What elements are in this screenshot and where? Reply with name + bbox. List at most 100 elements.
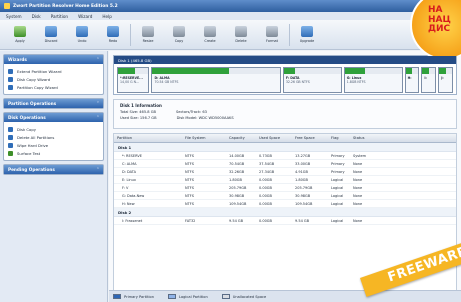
table-cell: 0.00GB	[259, 193, 272, 198]
menu-partition[interactable]: Partition	[51, 14, 68, 19]
column-partition[interactable]: Partition	[114, 136, 182, 140]
unallocated-swatch	[221, 294, 230, 299]
table-cell: D: DATA	[122, 169, 137, 174]
column-status[interactable]: Status	[350, 136, 380, 140]
usage-fill	[283, 68, 296, 74]
table-cell: None	[353, 201, 363, 206]
create-disk-icon	[204, 25, 216, 37]
table-row[interactable]: *: RESERVE NTFS 14.00GB 0.73GB 13.27GB Primar…	[114, 152, 456, 160]
window-title: Zwort Partition Resolver Home Edition 5.…	[13, 3, 118, 9]
sidebar-item-partition-copy-wizard[interactable]: Partition Copy Wizard	[8, 83, 99, 91]
create-button[interactable]: Create	[196, 20, 224, 48]
wizard-icon	[8, 84, 13, 90]
table-row[interactable]: G: Data-New NTFS 30.98GB 0.00GB 30.98GB Logic…	[114, 192, 456, 200]
table-cell: NTFS	[185, 161, 194, 166]
partition-block[interactable]: *:RESERVE... 14,00 G N...	[117, 67, 150, 93]
table-cell: C: ALMA	[122, 161, 137, 166]
column-used-space[interactable]: Used Space	[256, 136, 292, 140]
format-button[interactable]: Format	[258, 20, 286, 48]
collapse-icon[interactable]: ˄	[97, 115, 99, 120]
disk-info-panel: Disk 1 Information Total Size: 465.8 GB …	[113, 99, 457, 129]
table-cell: H: New	[122, 201, 135, 206]
legend-logical: Logical Partition	[168, 294, 208, 299]
partition-block[interactable]: I:	[421, 67, 437, 93]
resize-button[interactable]: Resize	[134, 20, 162, 48]
undo-button[interactable]: Undo	[68, 20, 96, 48]
column-flag[interactable]: Flag	[328, 136, 350, 140]
partition-name: I:	[424, 76, 427, 80]
collapse-icon[interactable]: ˄	[97, 167, 99, 172]
table-cell: 27.34GB	[259, 169, 275, 174]
disk-group-row[interactable]: Disk 2	[114, 208, 456, 217]
sidebar-item-delete-all-partitions[interactable]: Delete All Partitions	[8, 133, 99, 141]
copy-button[interactable]: Copy	[165, 20, 193, 48]
table-cell: None	[353, 185, 363, 190]
table-cell: G: Data-New	[122, 193, 145, 198]
upgrade-button[interactable]: Upgrade	[293, 20, 321, 48]
table-body: Disk 1 *: RESERVE NTFS 14.00GB 0.73GB 13.27GB…	[114, 143, 456, 225]
sidebar-item-surface-test[interactable]: Surface Test	[8, 149, 99, 157]
total-size: Total Size: 465.8 GB	[120, 110, 156, 114]
discard-button[interactable]: Discard	[37, 20, 65, 48]
table-header: Partition File System Capacity Used Spac…	[114, 134, 456, 143]
table-cell: 30.98GB	[229, 193, 245, 198]
column-capacity[interactable]: Capacity	[226, 136, 256, 140]
sidebar: Wizards ˄ Extend Partition Wizard Disk Co…	[0, 51, 108, 302]
table-row[interactable]: C: ALMA NTFS 70.54GB 37.54GB 33.00GB Primary N…	[114, 160, 456, 168]
menu-system[interactable]: System	[6, 14, 22, 19]
column-free-space[interactable]: Free Space	[292, 136, 328, 140]
partition-block[interactable]: H:	[404, 67, 420, 93]
table-row[interactable]: F: V NTFS 205.79GB 0.00GB 205.79GB Logical Non…	[114, 184, 456, 192]
surface-test-icon	[8, 150, 13, 156]
partition-name: J:	[441, 76, 444, 80]
menu-help[interactable]: Help	[102, 14, 112, 19]
table-row[interactable]: D: DATA NTFS 32.26GB 27.34GB 4.91GB Primary No…	[114, 168, 456, 176]
table-cell: NTFS	[185, 177, 194, 182]
partition-operations-header[interactable]: Partition Operations ˅	[4, 99, 103, 108]
disk-operations-header[interactable]: Disk Operations ˄	[4, 113, 103, 122]
column-file-system[interactable]: File System	[182, 136, 226, 140]
disk-map: Disk 1 (465.8 GB) *:RESERVE... 14,00 G N.…	[113, 55, 457, 95]
sidebar-item-extend-partition-wizard[interactable]: Extend Partition Wizard	[8, 67, 99, 75]
redo-button[interactable]: Redo	[99, 20, 127, 48]
usage-fill	[422, 68, 429, 74]
table-cell: E: Linux	[122, 177, 136, 182]
menu-disk[interactable]: Disk	[32, 14, 41, 19]
disk-info-title: Disk 1 Information	[120, 103, 162, 108]
disk-model: Disk Model: WDC WD5000AAKS	[176, 116, 234, 120]
table-cell: Logical	[331, 185, 344, 190]
table-cell: NTFS	[185, 153, 194, 158]
table-cell: 0.73GB	[259, 153, 272, 158]
sidebar-item-wipe-hard-drive[interactable]: Wipe Hard Drive	[8, 141, 99, 149]
partition-name: H:	[407, 76, 412, 80]
partition-block[interactable]: G: Linux 1.8GB NTFS	[343, 67, 403, 93]
wizards-panel-header[interactable]: Wizards ˄	[4, 55, 103, 64]
table-cell: None	[353, 169, 363, 174]
table-cell: F: V	[122, 185, 129, 190]
partition-operations-panel: Partition Operations ˅	[3, 98, 104, 109]
disk-group-row[interactable]: Disk 1	[114, 143, 456, 152]
partition-block[interactable]: F: DATA 32.26 GB NTFS	[282, 67, 342, 93]
disk-operations-panel: Disk Operations ˄ Disk Copy Delete All Pa…	[3, 112, 104, 161]
table-cell: Logical	[331, 177, 344, 182]
partition-block[interactable]: D: ALMA 70.54 GB NTFS	[151, 67, 281, 93]
pending-operations-header[interactable]: Pending Operations ˄	[4, 165, 103, 174]
sidebar-item-disk-copy-wizard[interactable]: Disk Copy Wizard	[8, 75, 99, 83]
partition-block[interactable]: J:	[438, 67, 453, 93]
usage-bar	[152, 68, 280, 74]
usage-fill	[152, 68, 229, 74]
apply-button[interactable]: Apply	[6, 20, 34, 48]
table-row[interactable]: H: New NTFS 109.54GB 0.00GB 109.54GB Logical N…	[114, 200, 456, 208]
expand-icon[interactable]: ˅	[97, 101, 99, 106]
sidebar-item-disk-copy[interactable]: Disk Copy	[8, 125, 99, 133]
delete-button[interactable]: Delete	[227, 20, 255, 48]
collapse-icon[interactable]: ˄	[97, 57, 99, 62]
partition-size: 14,00 G N...	[120, 80, 140, 84]
menu-wizard[interactable]: Wizard	[78, 14, 92, 19]
back-arrow-icon	[76, 25, 88, 37]
format-disk-icon	[266, 25, 278, 37]
table-cell: NTFS	[185, 193, 194, 198]
table-cell: NTFS	[185, 201, 194, 206]
table-cell: 32.26GB	[229, 169, 245, 174]
table-row[interactable]: E: Linux NTFS 1.80GB 0.00GB 1.80GB Logical Non…	[114, 176, 456, 184]
